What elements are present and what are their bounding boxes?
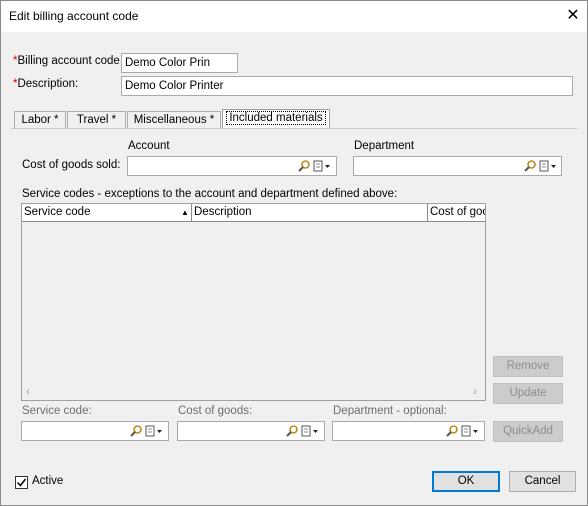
- department-optional-label: Department - optional:: [333, 405, 447, 417]
- account-header: Account: [128, 140, 170, 152]
- edit-billing-account-dialog: Edit billing account code ✕ *Billing acc…: [0, 0, 588, 506]
- department-header: Department: [354, 140, 415, 152]
- scroll-right-icon[interactable]: ›: [473, 384, 477, 398]
- description-input[interactable]: Demo Color Printer: [121, 76, 573, 96]
- cost-of-goods-icons: [285, 422, 321, 440]
- remove-button[interactable]: Remove: [493, 356, 563, 377]
- tab-miscellaneous[interactable]: Miscellaneous *: [127, 111, 221, 129]
- cancel-button[interactable]: Cancel: [509, 471, 576, 492]
- sort-asc-icon: ▲: [181, 208, 189, 217]
- active-checkbox[interactable]: [15, 476, 28, 489]
- department-optional-icons: [445, 422, 481, 440]
- cogs-label: Cost of goods sold:: [22, 159, 121, 171]
- window-title: Edit billing account code: [9, 9, 139, 23]
- cogs-department-icons: [523, 157, 559, 175]
- description-label: *Description:: [13, 78, 79, 90]
- tab-included-materials[interactable]: Included materials: [222, 109, 330, 129]
- browse-dropdown-icon[interactable]: [313, 159, 333, 173]
- close-icon[interactable]: ✕: [561, 4, 585, 28]
- checkmark-icon: [16, 478, 27, 487]
- browse-dropdown-icon[interactable]: [539, 159, 559, 173]
- cost-of-goods-label: Cost of goods:: [178, 405, 253, 417]
- exceptions-label: Service codes - exceptions to the accoun…: [22, 188, 398, 200]
- service-codes-grid[interactable]: Service code ▲ Description Cost of goo ‹…: [21, 203, 486, 401]
- search-icon[interactable]: [297, 159, 311, 173]
- column-header-service-code[interactable]: Service code ▲: [22, 204, 192, 221]
- service-code-label: Service code:: [22, 405, 92, 417]
- browse-dropdown-icon[interactable]: [301, 424, 321, 438]
- quickadd-button[interactable]: QuickAdd: [493, 421, 563, 442]
- search-icon[interactable]: [285, 424, 299, 438]
- column-header-cost-of-goods[interactable]: Cost of goo: [428, 204, 485, 221]
- ok-button[interactable]: OK: [432, 471, 500, 492]
- scroll-left-icon[interactable]: ‹: [26, 384, 30, 398]
- billing-code-label: *Billing account code: [13, 55, 120, 67]
- tab-labor[interactable]: Labor *: [14, 111, 66, 129]
- search-icon[interactable]: [523, 159, 537, 173]
- grid-horizontal-scrollbar[interactable]: ‹ ›: [22, 383, 485, 400]
- active-label: Active: [32, 475, 64, 487]
- service-code-icons: [129, 422, 165, 440]
- column-header-description[interactable]: Description: [192, 204, 428, 221]
- search-icon[interactable]: [129, 424, 143, 438]
- grid-header: Service code ▲ Description Cost of goo: [22, 204, 485, 222]
- cogs-account-icons: [297, 157, 333, 175]
- update-button[interactable]: Update: [493, 383, 563, 404]
- browse-dropdown-icon[interactable]: [461, 424, 481, 438]
- title-bar: Edit billing account code ✕: [1, 1, 587, 32]
- search-icon[interactable]: [445, 424, 459, 438]
- billing-code-input[interactable]: Demo Color Prin: [121, 53, 238, 73]
- browse-dropdown-icon[interactable]: [145, 424, 165, 438]
- tab-travel[interactable]: Travel *: [67, 111, 126, 129]
